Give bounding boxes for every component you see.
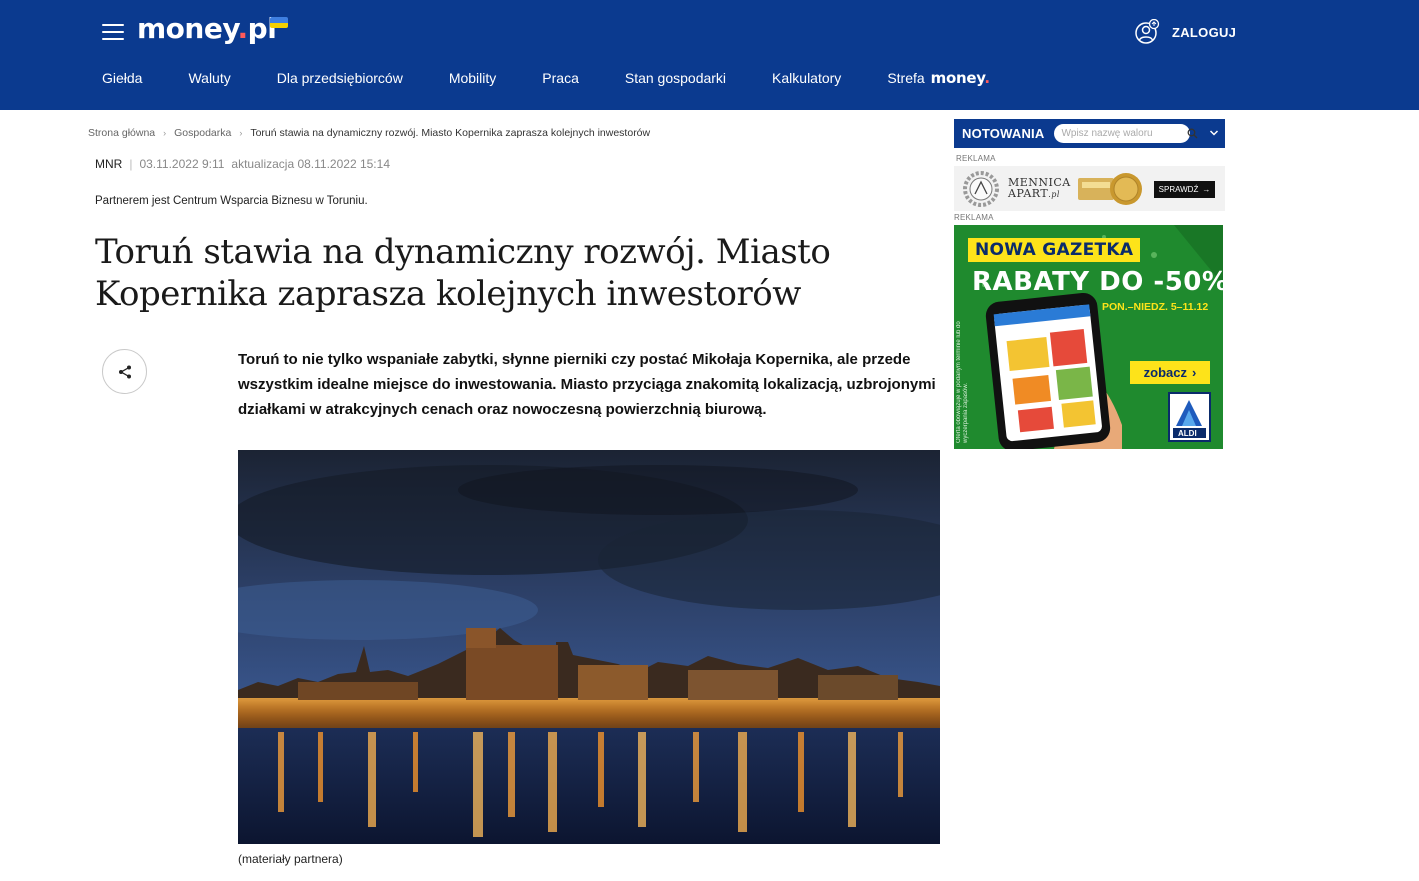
gold-coin-icon (1078, 173, 1142, 205)
nav-item-gielda[interactable]: Giełda (102, 70, 142, 86)
meta-divider: | (129, 157, 133, 171)
image-caption: (materiały partnera) (238, 852, 343, 866)
breadcrumb: Strona główna › Gospodarka › Toruń stawi… (88, 127, 650, 139)
search-icon[interactable] (1187, 128, 1198, 139)
ad-cta-button[interactable]: zobacz › (1130, 361, 1210, 384)
partner-note: Partnerem jest Centrum Wsparcia Biznesu … (95, 195, 368, 207)
strefa-brand: money. (930, 69, 990, 87)
article-image (238, 450, 940, 844)
ad-banner-mennica[interactable]: MENNICA APART.pl SPRAWDŹ → (954, 166, 1225, 211)
nav-item-dla-przedsiebiorcow[interactable]: Dla przedsiębiorców (277, 70, 403, 86)
ad-badge: NOWA GAZETKA (968, 238, 1141, 262)
ukraine-flag-icon (270, 17, 288, 28)
article-title: Toruń stawia na dynamiczny rozwój. Miast… (95, 232, 831, 314)
arrow-right-icon: → (1202, 185, 1211, 194)
site-header: money.pl ZALOGUJ Giełda Waluty Dla przed… (0, 0, 1419, 110)
quotes-search-input[interactable] (1054, 124, 1191, 143)
quotes-label: NOTOWANIA (962, 126, 1045, 141)
breadcrumb-separator-icon: › (163, 128, 167, 138)
user-icon (1135, 19, 1160, 44)
breadcrumb-separator-icon: › (239, 128, 243, 138)
article-author: MNR (95, 157, 123, 171)
nav-item-waluty[interactable]: Waluty (188, 70, 230, 86)
breadcrumb-section[interactable]: Gospodarka (174, 127, 231, 139)
article-updated: aktualizacja 08.11.2022 15:14 (231, 157, 390, 171)
nav-item-mobility[interactable]: Mobility (449, 70, 496, 86)
nav-item-praca[interactable]: Praca (542, 70, 579, 86)
ad-fineprint: Oferta obowiązuje w podanym terminie lub… (956, 321, 969, 443)
chevron-down-icon[interactable] (1209, 129, 1219, 137)
mennica-logo-icon (963, 171, 999, 207)
main-nav: Giełda Waluty Dla przedsiębiorców Mobili… (102, 69, 1036, 87)
nav-item-kalkulatory[interactable]: Kalkulatory (772, 70, 841, 86)
share-icon (118, 365, 131, 378)
quotes-search-bar: NOTOWANIA (954, 119, 1225, 148)
site-logo[interactable]: money.pl (137, 12, 277, 45)
aldi-logo: ALDI (1168, 392, 1211, 442)
aldi-brand: ALDI (1178, 429, 1197, 438)
chevron-right-icon: › (1192, 365, 1197, 380)
menu-icon[interactable] (102, 24, 124, 40)
ad-label: REKLAMA (954, 213, 994, 222)
strefa-label: Strefa (887, 70, 925, 86)
ad-headline: RABATY DO -50% (972, 267, 1223, 297)
login-button[interactable]: ZALOGUJ (1134, 19, 1236, 45)
login-label: ZALOGUJ (1172, 24, 1237, 40)
article-meta: MNR | 03.11.2022 9:11 aktualizacja 08.11… (95, 157, 390, 171)
nav-item-stan-gospodarki[interactable]: Stan gospodarki (625, 70, 726, 86)
breadcrumb-current: Toruń stawia na dynamiczny rozwój. Miast… (250, 127, 651, 139)
nav-item-strefa-money[interactable]: Strefa money. (887, 69, 990, 87)
mennica-cta[interactable]: SPRAWDŹ → (1154, 181, 1215, 198)
share-button[interactable] (102, 349, 147, 394)
article-lead: Toruń to nie tylko wspaniałe zabytki, sł… (238, 351, 936, 418)
ad-dates: PON.–NIEDZ. 5–11.12 (1102, 301, 1209, 313)
article-published: 03.11.2022 9:11 (139, 157, 225, 171)
mennica-brand: MENNICA APART.pl (1008, 176, 1071, 200)
ad-banner-aldi[interactable]: NOWA GAZETKA RABATY DO -50% PON.–NIEDZ. … (954, 225, 1223, 449)
breadcrumb-home[interactable]: Strona główna (88, 127, 155, 139)
ad-label: REKLAMA (956, 154, 996, 163)
